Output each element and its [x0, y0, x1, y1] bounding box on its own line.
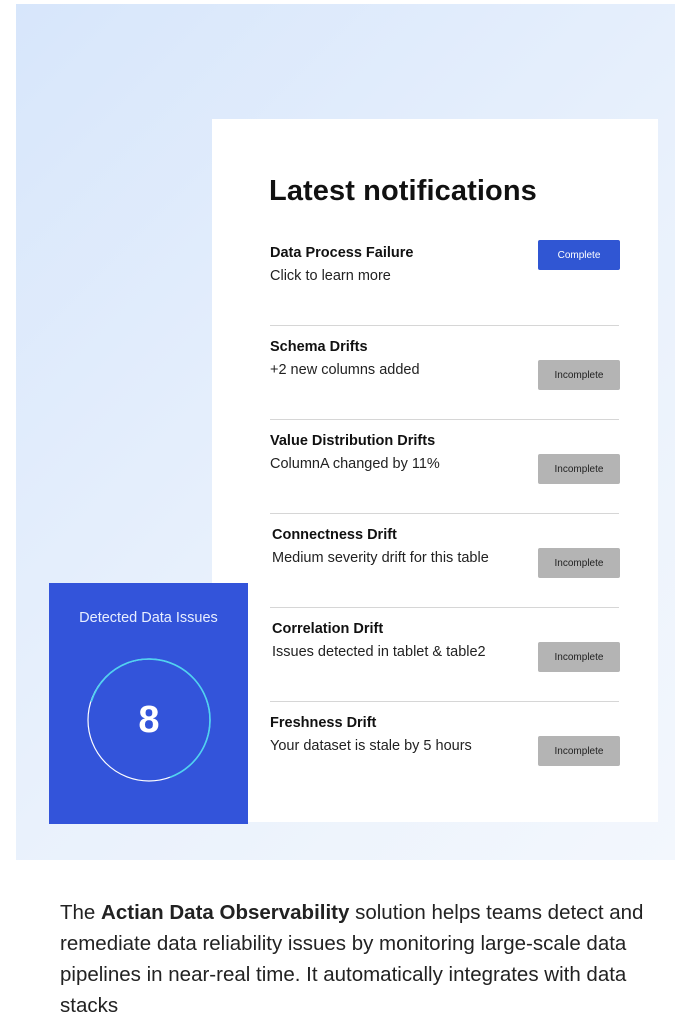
- notification-description: Issues detected in tablet & table2: [272, 644, 486, 660]
- status-badge[interactable]: Incomplete: [538, 548, 620, 578]
- notification-description: Click to learn more: [270, 268, 391, 284]
- status-badge[interactable]: Incomplete: [538, 360, 620, 390]
- notification-item[interactable]: Value Distribution Drifts ColumnA change…: [270, 420, 620, 514]
- description-paragraph: The Actian Data Observability solution h…: [60, 897, 650, 1021]
- detected-issues-panel: Detected Data Issues 8: [49, 583, 248, 824]
- notification-description: Medium severity drift for this table: [272, 550, 489, 566]
- notification-item[interactable]: Freshness Drift Your dataset is stale by…: [270, 702, 620, 796]
- notification-title: Data Process Failure: [270, 245, 414, 261]
- notification-description: +2 new columns added: [270, 362, 420, 378]
- notification-item[interactable]: Connectness Drift Medium severity drift …: [270, 514, 620, 608]
- notification-title: Correlation Drift: [272, 621, 384, 637]
- notification-description: ColumnA changed by 11%: [270, 456, 440, 472]
- status-badge[interactable]: Incomplete: [538, 642, 620, 672]
- brand-name: Actian Data Observability: [101, 901, 350, 924]
- notification-title: Value Distribution Drifts: [270, 433, 436, 449]
- status-badge[interactable]: Complete: [538, 240, 620, 270]
- status-badge[interactable]: Incomplete: [538, 736, 620, 766]
- notification-item[interactable]: Data Process Failure Click to learn more…: [270, 232, 620, 326]
- notifications-card: Latest notifications Data Process Failur…: [212, 119, 658, 822]
- notification-title: Connectness Drift: [272, 527, 397, 543]
- notification-item[interactable]: Correlation Drift Issues detected in tab…: [270, 608, 620, 702]
- issues-label: Detected Data Issues: [79, 610, 218, 626]
- notification-title: Freshness Drift: [270, 715, 377, 731]
- notification-item[interactable]: Schema Drifts +2 new columns added Incom…: [270, 326, 620, 420]
- issues-count: 8: [138, 698, 160, 741]
- notification-description: Your dataset is stale by 5 hours: [270, 738, 472, 754]
- status-badge[interactable]: Incomplete: [538, 454, 620, 484]
- notification-title: Schema Drifts: [270, 339, 368, 355]
- card-title: Latest notifications: [269, 175, 537, 207]
- body-text-start: The: [60, 901, 102, 924]
